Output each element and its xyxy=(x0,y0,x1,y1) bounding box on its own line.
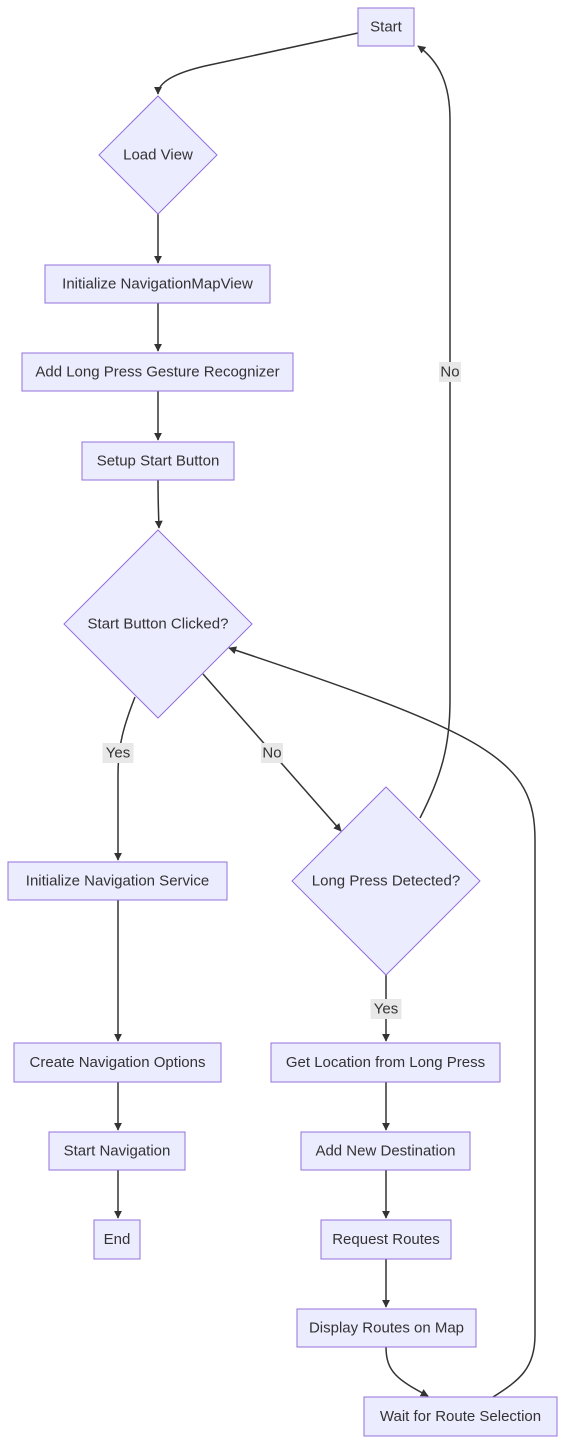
node-label: Start Navigation xyxy=(64,1143,171,1160)
node-label: Add Long Press Gesture Recognizer xyxy=(35,364,279,381)
node-label: Load View xyxy=(123,147,193,164)
node-label: Long Press Detected? xyxy=(312,873,460,890)
node-label: End xyxy=(104,1231,131,1248)
edge-label-no: No xyxy=(440,364,459,381)
node-disp: Display Routes on Map xyxy=(296,1308,477,1348)
edge-start-to-load xyxy=(154,32,359,95)
node-label: Initialize Navigation Service xyxy=(26,873,209,890)
edge-lpdet-to-start xyxy=(417,45,451,819)
edge-clicked-to-initnav xyxy=(114,696,136,861)
node-wait: Wait for Route Selection xyxy=(363,1396,558,1437)
edge-setup-to-clicked xyxy=(154,479,163,529)
edge-label-no: No xyxy=(262,745,281,762)
node-getloc: Get Location from Long Press xyxy=(270,1042,501,1083)
node-adddest: Add New Destination xyxy=(300,1131,471,1171)
node-opts: Create Navigation Options xyxy=(13,1042,222,1083)
node-initmap: Initialize NavigationMapView xyxy=(44,264,271,304)
node-label: Add New Destination xyxy=(315,1143,455,1160)
node-load: Load View xyxy=(98,95,218,215)
node-label: Setup Start Button xyxy=(97,453,220,470)
flowchart: Yes No No Yes Start Load View Initialize Navi… xyxy=(7,7,558,1437)
node-clicked: Start Button Clicked? xyxy=(63,529,253,719)
edge-label-yes: Yes xyxy=(106,745,130,762)
edge-label-yes: Yes xyxy=(374,1001,398,1018)
node-label: Request Routes xyxy=(332,1231,440,1248)
node-label: Start xyxy=(370,19,403,36)
node-addlp: Add Long Press Gesture Recognizer xyxy=(21,352,294,392)
node-label: Initialize NavigationMapView xyxy=(62,276,253,293)
node-label: Display Routes on Map xyxy=(309,1320,464,1337)
node-initnav: Initialize Navigation Service xyxy=(7,861,228,901)
node-start: Start xyxy=(357,7,415,47)
node-req: Request Routes xyxy=(320,1219,452,1260)
node-setup: Setup Start Button xyxy=(81,441,235,481)
node-end: End xyxy=(93,1219,141,1260)
node-label: Start Button Clicked? xyxy=(88,616,229,633)
node-startnav: Start Navigation xyxy=(48,1131,186,1171)
edge-disp-to-wait xyxy=(385,1346,429,1397)
node-label: Create Navigation Options xyxy=(30,1054,206,1071)
node-lpdet: Long Press Detected? xyxy=(291,786,481,976)
node-label: Get Location from Long Press xyxy=(286,1054,485,1071)
node-label: Wait for Route Selection xyxy=(380,1408,541,1425)
